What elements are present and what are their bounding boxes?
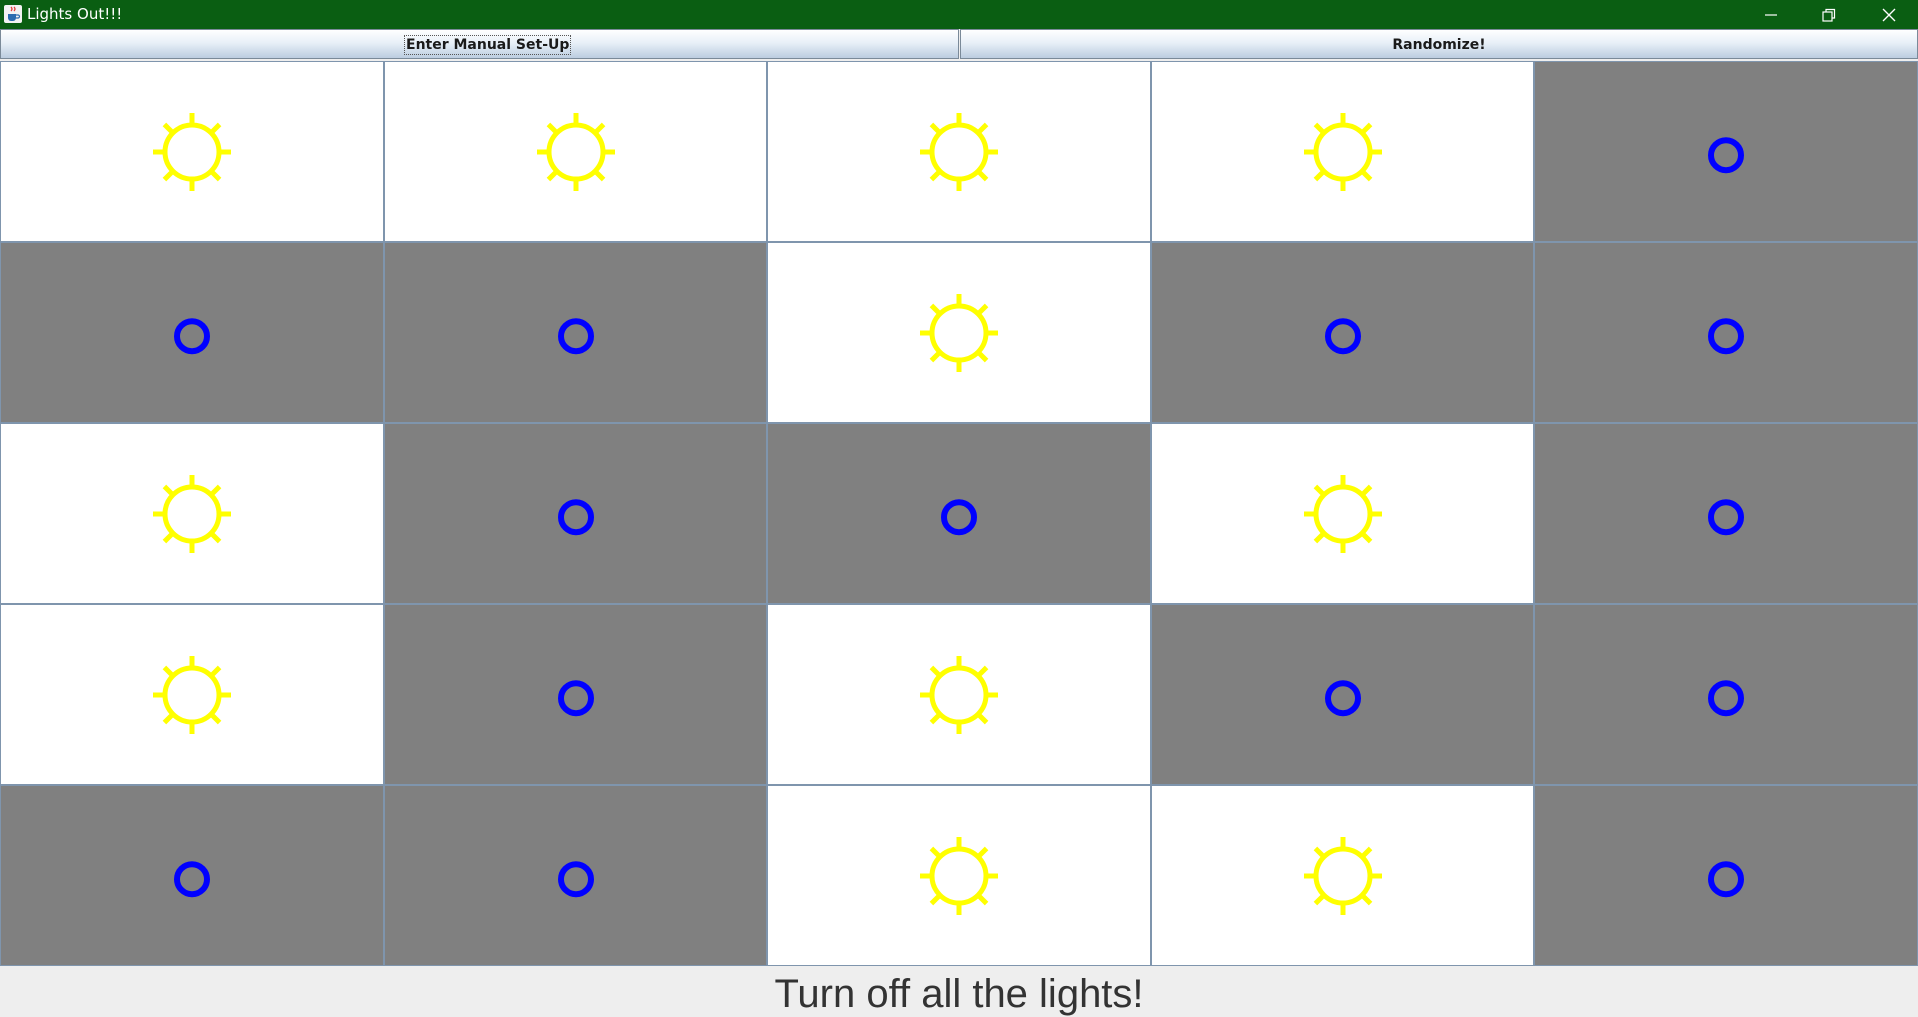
light-cell-r5-c1[interactable]: [0, 785, 384, 966]
light-cell-r2-c1[interactable]: [0, 242, 384, 423]
light-cell-r1-c2[interactable]: [384, 61, 767, 242]
light-grid: [0, 61, 1918, 966]
circle-icon: [1708, 136, 1744, 173]
light-cell-r5-c5[interactable]: [1534, 785, 1918, 966]
sun-icon: [920, 655, 998, 734]
light-cell-r3-c3[interactable]: [767, 423, 1151, 604]
sun-icon: [153, 655, 231, 734]
light-cell-r4-c1[interactable]: [0, 604, 384, 785]
sun-icon: [920, 293, 998, 372]
sun-icon: [1303, 474, 1382, 553]
manual-setup-button[interactable]: Enter Manual Set-Up: [0, 29, 959, 59]
toolbar: Enter Manual Set-Up Randomize!: [0, 29, 1918, 60]
circle-icon: [1324, 679, 1361, 716]
light-cell-r3-c2[interactable]: [384, 423, 767, 604]
light-cell-r5-c4[interactable]: [1151, 785, 1534, 966]
circle-icon: [557, 679, 594, 716]
light-cell-r2-c5[interactable]: [1534, 242, 1918, 423]
light-cell-r1-c3[interactable]: [767, 61, 1151, 242]
light-cell-r3-c5[interactable]: [1534, 423, 1918, 604]
light-cell-r5-c3[interactable]: [767, 785, 1151, 966]
light-cell-r1-c1[interactable]: [0, 61, 384, 242]
restore-icon: [1822, 8, 1836, 22]
light-cell-r1-c4[interactable]: [1151, 61, 1534, 242]
circle-icon: [1708, 498, 1744, 535]
light-cell-r4-c4[interactable]: [1151, 604, 1534, 785]
randomize-button[interactable]: Randomize!: [960, 29, 1918, 59]
manual-setup-label: Enter Manual Set-Up: [403, 35, 572, 55]
restore-button[interactable]: [1800, 0, 1858, 29]
light-cell-r2-c2[interactable]: [384, 242, 767, 423]
minimize-icon: [1765, 14, 1777, 16]
light-cell-r1-c5[interactable]: [1534, 61, 1918, 242]
circle-icon: [557, 498, 594, 535]
status-message: Turn off all the lights!: [774, 972, 1144, 1016]
circle-icon: [1708, 860, 1744, 897]
circle-icon: [174, 860, 210, 897]
sun-icon: [920, 112, 998, 191]
light-cell-r4-c2[interactable]: [384, 604, 767, 785]
light-cell-r2-c4[interactable]: [1151, 242, 1534, 423]
app-window: Lights Out!!! Enter Manual Set-Up Random…: [0, 0, 1918, 1016]
sun-icon: [536, 112, 615, 191]
light-cell-r5-c2[interactable]: [384, 785, 767, 966]
light-cell-r2-c3[interactable]: [767, 242, 1151, 423]
minimize-button[interactable]: [1742, 0, 1800, 29]
sun-icon: [153, 474, 231, 553]
close-icon: [1882, 8, 1896, 22]
status-bar: Turn off all the lights!: [0, 966, 1918, 1016]
randomize-label: Randomize!: [1392, 37, 1486, 53]
java-cup-icon: [4, 5, 22, 23]
light-cell-r3-c1[interactable]: [0, 423, 384, 604]
light-cell-r3-c4[interactable]: [1151, 423, 1534, 604]
circle-icon: [557, 317, 594, 354]
sun-icon: [920, 836, 998, 915]
circle-icon: [941, 498, 977, 535]
title-bar[interactable]: Lights Out!!!: [0, 0, 1918, 29]
sun-icon: [1303, 112, 1382, 191]
sun-icon: [153, 112, 231, 191]
circle-icon: [174, 317, 210, 354]
close-button[interactable]: [1860, 0, 1918, 29]
circle-icon: [1708, 317, 1744, 354]
circle-icon: [557, 860, 594, 897]
sun-icon: [1303, 836, 1382, 915]
circle-icon: [1324, 317, 1361, 354]
circle-icon: [1708, 679, 1744, 716]
window-title: Lights Out!!!: [27, 5, 123, 23]
light-cell-r4-c5[interactable]: [1534, 604, 1918, 785]
light-cell-r4-c3[interactable]: [767, 604, 1151, 785]
